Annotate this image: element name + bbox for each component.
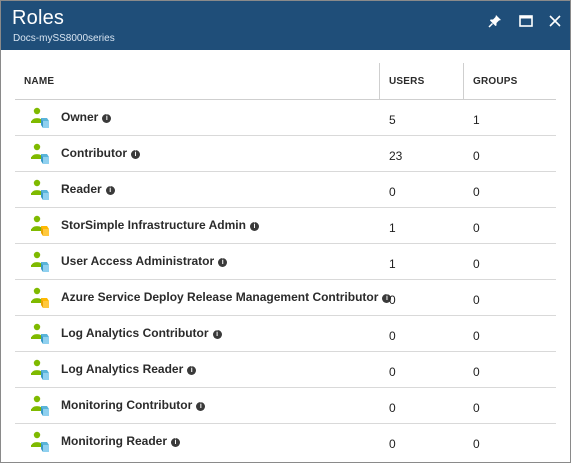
users-count: 0 — [389, 185, 396, 199]
users-count: 5 — [389, 113, 396, 127]
info-icon[interactable]: i — [249, 222, 259, 231]
role-name: Reader i — [61, 182, 115, 196]
info-icon[interactable]: i — [102, 114, 112, 123]
user-role-icon — [30, 431, 50, 453]
role-name: StorSimple Infrastructure Admin i — [61, 218, 259, 232]
info-icon[interactable]: i — [218, 258, 228, 267]
role-name: Monitoring Contributor i — [61, 398, 206, 412]
column-divider — [463, 63, 464, 100]
table-row[interactable]: Monitoring Contributor i 0 0 — [15, 388, 556, 424]
close-icon — [549, 15, 561, 27]
column-header-name[interactable]: NAME — [24, 76, 54, 87]
user-role-icon — [30, 323, 50, 345]
column-divider — [379, 63, 380, 100]
maximize-button[interactable] — [516, 11, 536, 31]
user-role-icon — [30, 215, 50, 237]
table-row[interactable]: Reader i 0 0 — [15, 172, 556, 208]
info-icon[interactable]: i — [187, 366, 197, 375]
role-name: Log Analytics Contributor i — [61, 326, 222, 340]
users-count: 23 — [389, 149, 403, 163]
groups-count: 0 — [473, 221, 480, 235]
table-row[interactable]: StorSimple Infrastructure Admin i 1 0 — [15, 208, 556, 244]
groups-count: 0 — [473, 365, 480, 379]
table-header: NAME USERS GROUPS — [15, 63, 556, 100]
table-body: Owner i 5 1 Contributor i 23 0 Reader i 0 0 — [15, 100, 556, 460]
table-row[interactable]: Log Analytics Reader i 0 0 — [15, 352, 556, 388]
role-name: Monitoring Reader i — [61, 434, 181, 448]
groups-count: 0 — [473, 401, 480, 415]
groups-count: 0 — [473, 257, 480, 271]
role-name: Contributor i — [61, 146, 140, 160]
user-role-icon — [30, 179, 50, 201]
users-count: 1 — [389, 257, 396, 271]
info-icon[interactable]: i — [105, 186, 115, 195]
role-name: User Access Administrator i — [61, 254, 228, 268]
table-row[interactable]: Owner i 5 1 — [15, 100, 556, 136]
info-icon[interactable]: i — [171, 438, 181, 447]
user-role-icon — [30, 359, 50, 381]
table-row[interactable]: User Access Administrator i 1 0 — [15, 244, 556, 280]
user-role-icon — [30, 395, 50, 417]
groups-count: 0 — [473, 329, 480, 343]
close-button[interactable] — [545, 11, 565, 31]
info-icon[interactable]: i — [130, 150, 140, 159]
users-count: 1 — [389, 221, 396, 235]
user-role-icon — [30, 143, 50, 165]
table-row[interactable]: Log Analytics Contributor i 0 0 — [15, 316, 556, 352]
users-count: 0 — [389, 365, 396, 379]
info-icon[interactable]: i — [212, 330, 222, 339]
users-count: 0 — [389, 329, 396, 343]
roles-blade: Roles Docs-mySS8000series NAME USERS GRO… — [0, 0, 571, 463]
groups-count: 0 — [473, 185, 480, 199]
column-header-groups[interactable]: GROUPS — [473, 76, 518, 87]
blade-subtitle: Docs-mySS8000series — [13, 33, 115, 44]
roles-table: NAME USERS GROUPS Owner i 5 1 Contributor… — [15, 63, 556, 460]
user-role-icon — [30, 107, 50, 129]
table-row[interactable]: Azure Service Deploy Release Management … — [15, 280, 556, 316]
users-count: 0 — [389, 401, 396, 415]
role-name: Azure Service Deploy Release Management … — [61, 290, 392, 304]
users-count: 0 — [389, 293, 396, 307]
pin-icon — [488, 15, 501, 28]
groups-count: 1 — [473, 113, 480, 127]
groups-count: 0 — [473, 293, 480, 307]
maximize-icon — [519, 15, 533, 27]
role-name: Log Analytics Reader i — [61, 362, 197, 376]
users-count: 0 — [389, 437, 396, 451]
user-role-icon — [30, 287, 50, 309]
groups-count: 0 — [473, 149, 480, 163]
blade-title: Roles — [12, 7, 65, 29]
groups-count: 0 — [473, 437, 480, 451]
info-icon[interactable]: i — [196, 402, 206, 411]
role-name: Owner i — [61, 110, 112, 124]
column-header-users[interactable]: USERS — [389, 76, 424, 87]
table-row[interactable]: Contributor i 23 0 — [15, 136, 556, 172]
blade-header: Roles Docs-mySS8000series — [1, 1, 570, 50]
user-role-icon — [30, 251, 50, 273]
table-row[interactable]: Monitoring Reader i 0 0 — [15, 424, 556, 460]
pin-button[interactable] — [485, 11, 505, 31]
